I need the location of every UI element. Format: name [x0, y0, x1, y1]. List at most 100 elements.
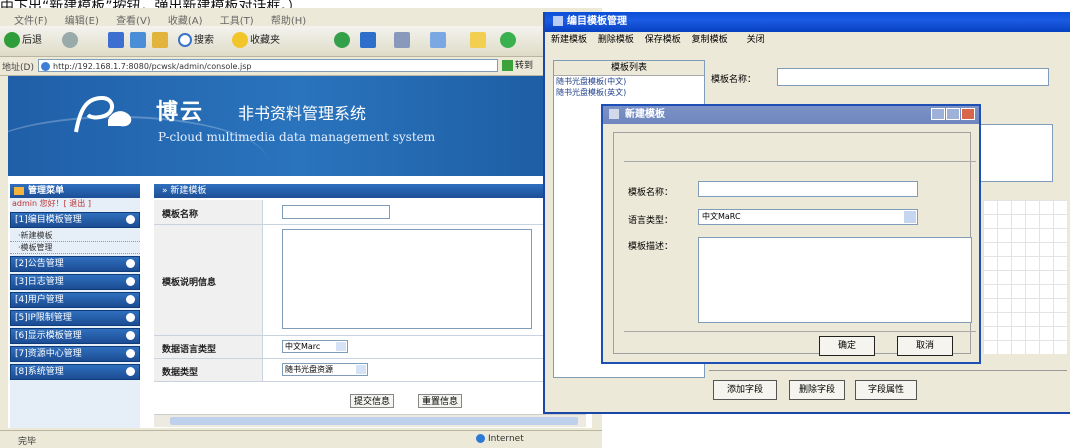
data-type-select[interactable]: 随书光盘资源	[282, 363, 368, 376]
expand-icon	[126, 349, 135, 358]
edit-button[interactable]	[430, 31, 448, 51]
sidebar-subitem-manage-templates[interactable]: ·模板管理	[10, 242, 140, 254]
edit-icon	[430, 32, 446, 48]
template-name-input[interactable]	[282, 205, 390, 219]
browser-window: 文件(F) 编辑(E) 查看(V) 收藏(A) 工具(T) 帮助(H) 后退 搜…	[0, 8, 602, 448]
sidebar-item-announcements[interactable]: [2]公告管理	[10, 256, 140, 272]
refresh-button[interactable]	[130, 31, 148, 51]
close-icon[interactable]	[961, 108, 975, 120]
menu-delete-template[interactable]: 删除模板	[598, 35, 634, 45]
dialog-lang-select[interactable]: 中文MaRC	[698, 209, 918, 225]
submit-button[interactable]: 提交信息	[350, 394, 394, 408]
messenger-icon	[500, 32, 516, 48]
menu-new-template[interactable]: 新建模板	[551, 35, 587, 45]
scroll-thumb[interactable]	[170, 417, 578, 425]
expand-icon	[126, 313, 135, 322]
menu-copy-template[interactable]: 复制模板	[692, 35, 728, 45]
forward-button[interactable]	[62, 31, 80, 51]
print-icon	[394, 32, 410, 48]
back-button[interactable]: 后退	[4, 31, 42, 51]
menu-close[interactable]: 关闭	[747, 35, 765, 45]
sidebar-item-logs[interactable]: [3]日志管理	[10, 274, 140, 290]
chevron-down-icon	[336, 342, 346, 351]
template-name-input[interactable]	[777, 68, 1049, 86]
brand-name: 博云	[156, 99, 205, 125]
add-field-button[interactable]: 添加字段	[713, 380, 777, 400]
form-row-name: 模板名称	[154, 200, 586, 225]
print-button[interactable]	[394, 31, 412, 51]
expand-icon	[126, 215, 135, 224]
cancel-button[interactable]: 取消	[897, 336, 953, 356]
search-icon	[178, 33, 192, 47]
site-banner: 博云 非书资料管理系统 P-cloud multimedia data mana…	[8, 76, 592, 176]
sidebar-header: 管理菜单	[10, 184, 140, 198]
dialog-desc-textarea[interactable]	[698, 237, 972, 323]
menu-save-template[interactable]: 保存模板	[645, 35, 681, 45]
globe-icon	[476, 434, 485, 443]
dialog-name-input[interactable]	[698, 181, 918, 197]
address-input[interactable]: http://192.168.1.7:8080/pcwsk/admin/cons…	[38, 59, 498, 72]
field-properties-button[interactable]: 字段属性	[855, 380, 917, 400]
chevron-down-icon	[904, 211, 916, 223]
template-manager-titlebar[interactable]: 编目模板管理	[545, 12, 1070, 32]
form-row-type: 数据类型 随书光盘资源	[154, 359, 586, 382]
go-arrow-icon	[502, 60, 513, 71]
dialog-desc-label: 模板描述：	[628, 242, 674, 252]
stop-button[interactable]	[108, 31, 126, 51]
mail-button[interactable]	[360, 31, 378, 51]
home-button[interactable]	[152, 31, 170, 51]
expand-icon	[126, 367, 135, 376]
delete-field-button[interactable]: 删除字段	[789, 380, 845, 400]
sidebar-item-catalog-templates[interactable]: [1]编目模板管理	[10, 212, 140, 228]
favorites-button[interactable]: 收藏夹	[232, 31, 280, 51]
sidebar-item-display-templates[interactable]: [6]显示模板管理	[10, 328, 140, 344]
expand-icon	[126, 259, 135, 268]
messenger-button[interactable]	[500, 31, 518, 51]
home-icon	[152, 32, 168, 48]
window-icon	[553, 16, 563, 26]
browser-viewport: 博云 非书资料管理系统 P-cloud multimedia data mana…	[8, 76, 592, 428]
horizontal-scrollbar[interactable]	[154, 414, 586, 427]
dialog-body: 模板名称： 语言类型： 中文MaRC 模板描述：	[613, 132, 976, 354]
field-grid[interactable]	[983, 200, 1067, 354]
go-button[interactable]: 转到	[502, 59, 542, 73]
ie-page-icon	[41, 62, 50, 71]
list-item[interactable]: 随书光盘模板(中文)	[554, 76, 704, 87]
sidebar-item-resource-center[interactable]: [7]资源中心管理	[10, 346, 140, 362]
search-button[interactable]: 搜索	[178, 31, 214, 51]
list-item[interactable]: 随书光盘模板(英文)	[554, 87, 704, 98]
form-header: » 新建模板	[154, 184, 586, 198]
history-button[interactable]	[334, 31, 352, 51]
status-text: 完毕	[18, 437, 37, 447]
data-type-label: 数据类型	[162, 368, 199, 378]
dialog-name-label: 模板名称：	[628, 188, 674, 198]
template-manager-menu: 新建模板 删除模板 保存模板 复制模板 关闭	[545, 32, 1070, 48]
sidebar-item-ip-limits[interactable]: [5]IP限制管理	[10, 310, 140, 326]
form-row-lang: 数据语言类型 中文Marc	[154, 336, 586, 359]
sidebar-subitem-new-template[interactable]: ·新建模板	[10, 230, 140, 242]
star-icon	[232, 32, 248, 48]
minimize-icon[interactable]	[931, 108, 945, 120]
user-greeting[interactable]: admin 您好！[ 退出 ]	[10, 198, 140, 210]
template-desc-box[interactable]	[969, 124, 1053, 182]
sidebar-item-users[interactable]: [4]用户管理	[10, 292, 140, 308]
folder-icon	[470, 32, 486, 48]
reset-button[interactable]: 重置信息	[418, 394, 462, 408]
data-lang-select[interactable]: 中文Marc	[282, 340, 348, 353]
sidebar-item-system[interactable]: [8]系统管理	[10, 364, 140, 380]
browser-menubar: 文件(F) 编辑(E) 查看(V) 收藏(A) 工具(T) 帮助(H)	[0, 12, 600, 27]
template-desc-textarea[interactable]	[282, 229, 532, 329]
window-controls	[930, 108, 975, 122]
template-desc-label: 模板说明信息	[162, 278, 217, 288]
template-name-label: 模板名称	[162, 210, 199, 220]
maximize-icon[interactable]	[946, 108, 960, 120]
data-lang-label: 数据语言类型	[162, 345, 217, 355]
ok-button[interactable]: 确定	[819, 336, 875, 356]
folder-button[interactable]	[470, 31, 488, 51]
security-zone: Internet	[476, 434, 524, 444]
system-subtitle: P-cloud multimedia data management syste…	[158, 130, 436, 144]
dialog-titlebar[interactable]: 新建模板	[603, 106, 979, 124]
dialog-icon	[609, 109, 619, 119]
dialog-lang-label: 语言类型：	[628, 216, 674, 226]
address-bar: 地址(D) http://192.168.1.7:8080/pcwsk/admi…	[0, 57, 600, 76]
